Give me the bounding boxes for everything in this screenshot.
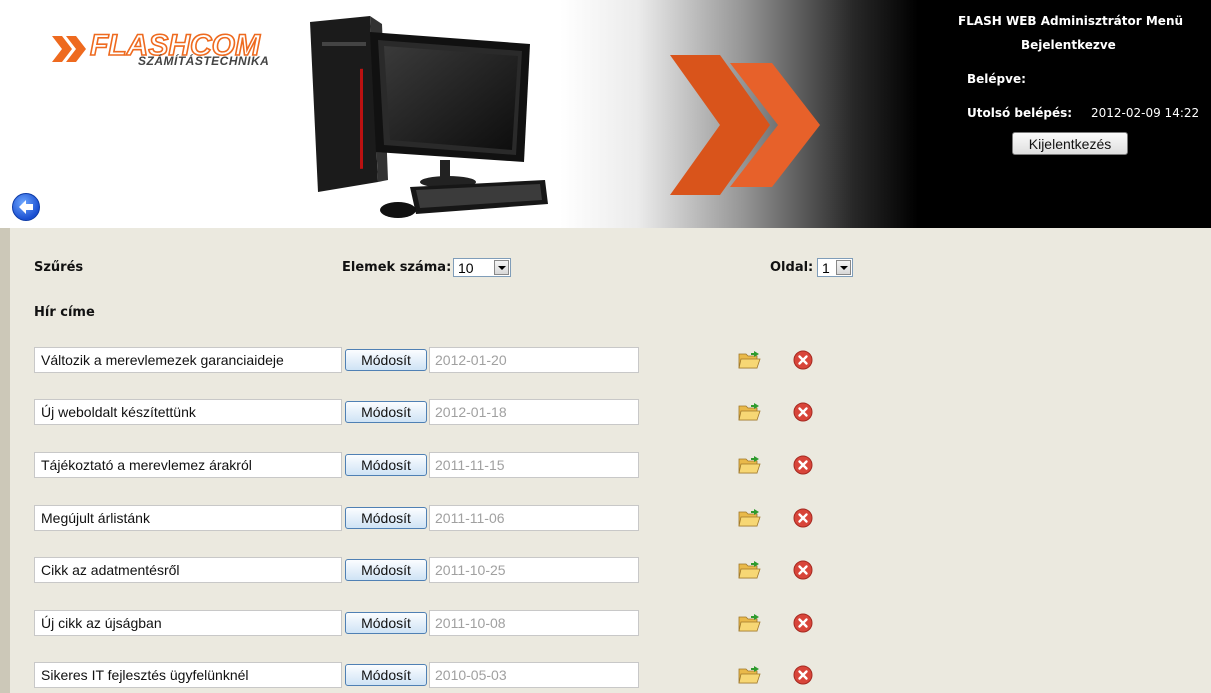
content-area: Szűrés Elemek száma: 10 Oldal: 1 Hír cím…	[0, 228, 1211, 693]
company-logo: FLASHCOM SZÁMÍTÁSTECHNIKA	[52, 29, 272, 76]
logo-chevrons-icon	[52, 36, 86, 62]
arrow-left-icon	[19, 200, 33, 214]
delete-icon[interactable]	[793, 613, 813, 633]
news-title-column-header: Hír címe	[34, 305, 95, 320]
news-title-field[interactable]: Tájékoztató a merevlemez árakról	[34, 452, 342, 478]
modify-button[interactable]: Módosít	[345, 349, 427, 371]
news-date-field[interactable]: 2011-10-25	[429, 557, 639, 583]
items-count-select[interactable]: 10	[453, 258, 511, 277]
news-title-field[interactable]: Sikeres IT fejlesztés ügyfelünknél	[34, 662, 342, 688]
modify-button[interactable]: Módosít	[345, 612, 427, 634]
news-row: Új weboldalt készítettünk Módosít 2012-01-…	[10, 399, 1210, 425]
news-date-field[interactable]: 2010-05-03	[429, 662, 639, 688]
modify-button[interactable]: Módosít	[345, 507, 427, 529]
back-button[interactable]	[12, 193, 40, 221]
news-row: Új cikk az újságban Módosít 2011-10-08	[10, 610, 1210, 636]
orange-arrows-graphic	[670, 55, 820, 195]
desktop-computer-image	[310, 16, 548, 218]
news-title-field[interactable]: Új cikk az újságban	[34, 610, 342, 636]
news-title-field[interactable]: Új weboldalt készítettünk	[34, 399, 342, 425]
delete-icon[interactable]	[793, 508, 813, 528]
folder-open-icon[interactable]	[738, 455, 762, 475]
news-row: Tájékoztató a merevlemez árakról Módosít 2…	[10, 452, 1210, 478]
chevron-down-icon	[494, 260, 509, 275]
last-login-label: Utolsó belépés:	[967, 106, 1073, 120]
header: FLASHCOM SZÁMÍTÁSTECHNIKA FLASH WEB Admi…	[0, 0, 1211, 228]
delete-icon[interactable]	[793, 455, 813, 475]
items-count-value: 10	[458, 260, 474, 276]
delete-icon[interactable]	[793, 402, 813, 422]
folder-open-icon[interactable]	[738, 665, 762, 685]
admin-menu-title: FLASH WEB Adminisztrátor Menü	[958, 14, 1184, 28]
news-title-field[interactable]: Változik a merevlemezek garanciaideje	[34, 347, 342, 373]
login-status: Bejelentkezve	[1021, 38, 1116, 52]
news-title-field[interactable]: Megújult árlistánk	[34, 505, 342, 531]
page-value: 1	[822, 260, 830, 276]
filter-label: Szűrés	[34, 260, 84, 275]
folder-open-icon[interactable]	[738, 613, 762, 633]
items-count-label: Elemek száma:	[342, 260, 452, 275]
logout-button[interactable]: Kijelentkezés	[1012, 132, 1128, 155]
delete-icon[interactable]	[793, 665, 813, 685]
news-date-field[interactable]: 2012-01-18	[429, 399, 639, 425]
news-row: Változik a merevlemezek garanciaideje Mód…	[10, 347, 1210, 373]
news-row: Sikeres IT fejlesztés ügyfelünknél Módosí…	[10, 662, 1210, 688]
folder-open-icon[interactable]	[738, 508, 762, 528]
chevron-down-icon	[836, 260, 851, 275]
modify-button[interactable]: Módosít	[345, 559, 427, 581]
news-row: Cikk az adatmentésről Módosít 2011-10-25	[10, 557, 1210, 583]
modify-button[interactable]: Módosít	[345, 454, 427, 476]
delete-icon[interactable]	[793, 560, 813, 580]
folder-open-icon[interactable]	[738, 402, 762, 422]
last-login-value: 2012-02-09 14:22	[1091, 106, 1200, 120]
news-date-field[interactable]: 2012-01-20	[429, 347, 639, 373]
page-label: Oldal:	[770, 260, 814, 275]
logo-subtitle: SZÁMÍTÁSTECHNIKA	[138, 54, 270, 68]
news-title-field[interactable]: Cikk az adatmentésről	[34, 557, 342, 583]
folder-open-icon[interactable]	[738, 350, 762, 370]
modify-button[interactable]: Módosít	[345, 401, 427, 423]
logged-in-label: Belépve:	[967, 72, 1026, 86]
news-date-field[interactable]: 2011-11-06	[429, 505, 639, 531]
news-row: Megújult árlistánk Módosít 2011-11-06	[10, 505, 1210, 531]
news-date-field[interactable]: 2011-11-15	[429, 452, 639, 478]
modify-button[interactable]: Módosít	[345, 664, 427, 686]
folder-open-icon[interactable]	[738, 560, 762, 580]
news-date-field[interactable]: 2011-10-08	[429, 610, 639, 636]
page-select[interactable]: 1	[817, 258, 853, 277]
delete-icon[interactable]	[793, 350, 813, 370]
